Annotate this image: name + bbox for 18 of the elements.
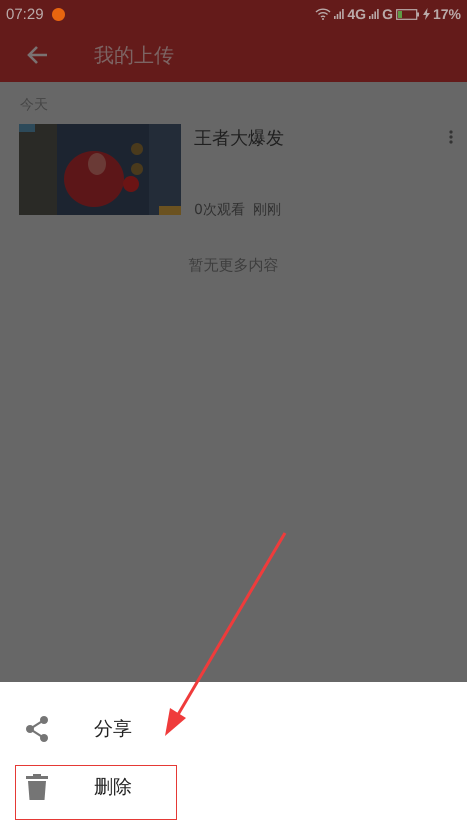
menu-item[interactable]: 分享 [0, 700, 467, 758]
network-label: 4G [347, 6, 366, 22]
network-label: G [382, 6, 393, 22]
video-title: 王者大爆发 [194, 127, 285, 150]
notification-icon [52, 8, 65, 20]
share-icon [24, 716, 50, 742]
back-icon[interactable] [26, 45, 48, 65]
signal-icon [334, 9, 344, 19]
charging-icon [422, 8, 430, 20]
more-icon[interactable] [449, 130, 453, 144]
signal-icon [369, 9, 380, 19]
wifi-icon [315, 8, 332, 20]
page-title: 我的上传 [94, 42, 174, 68]
clock: 07:29 [6, 6, 44, 22]
menu-item[interactable]: 删除 [0, 758, 467, 816]
battery-icon [396, 8, 420, 20]
trash-icon [24, 774, 50, 800]
battery-level: 17% [432, 6, 461, 22]
